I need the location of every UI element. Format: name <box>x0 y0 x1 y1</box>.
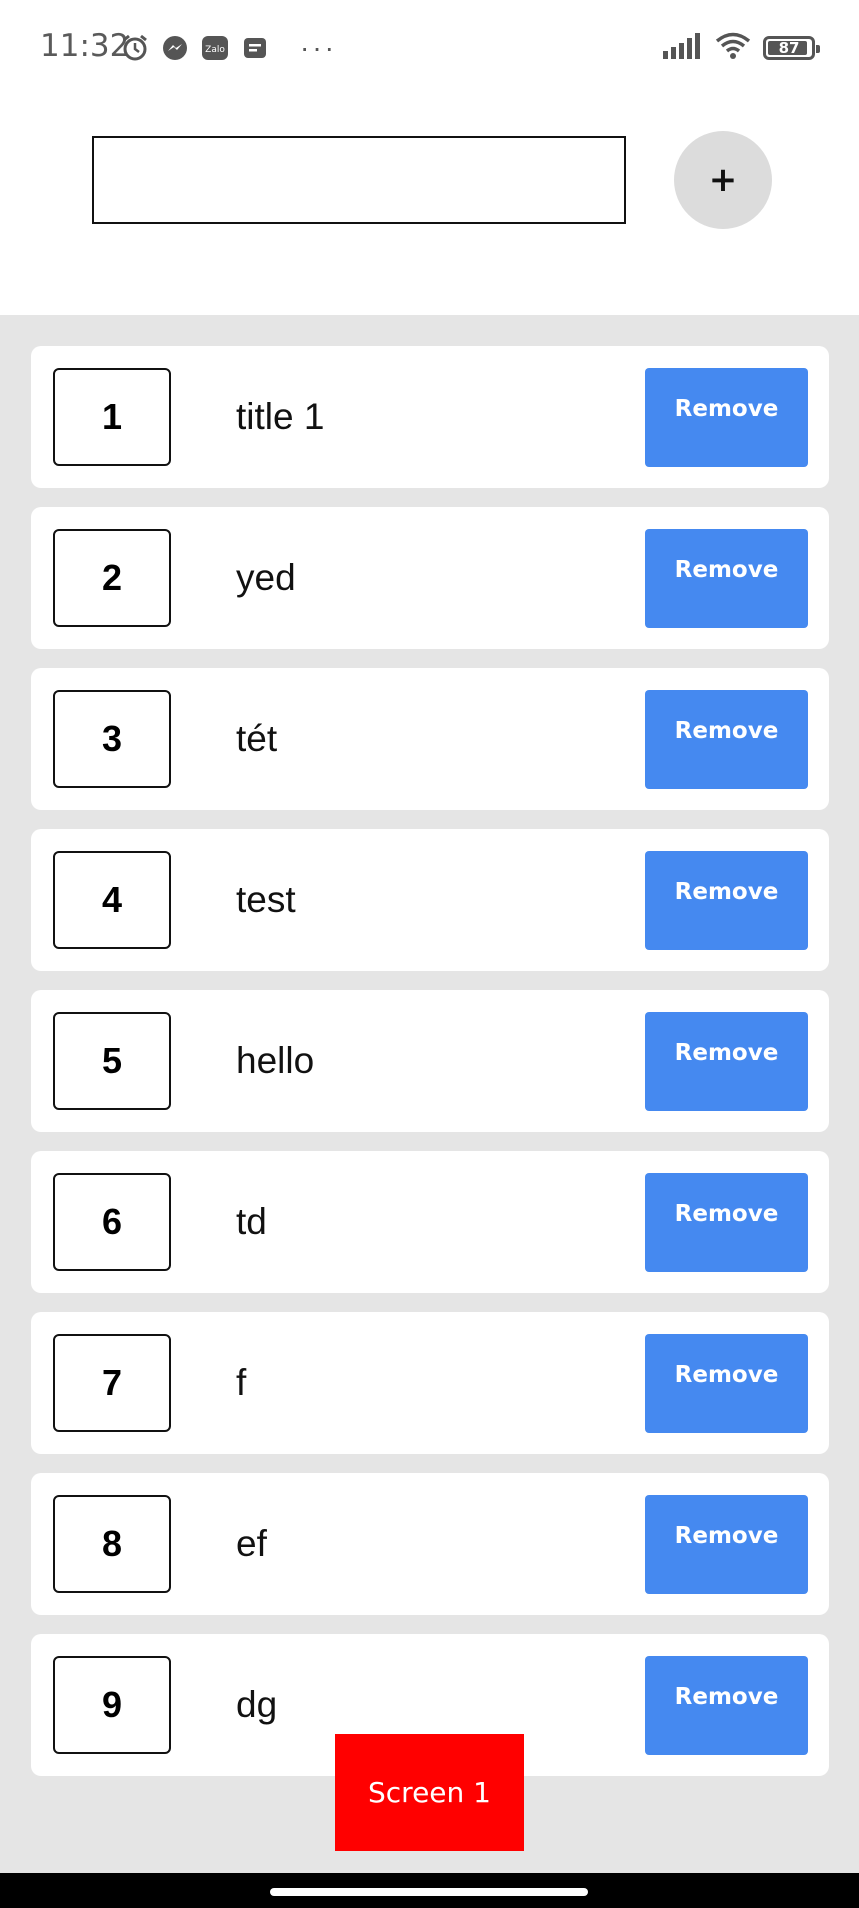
list-item: 3 tét Remove <box>31 668 829 810</box>
remove-button[interactable]: Remove <box>645 1334 808 1433</box>
item-number: 8 <box>53 1495 171 1593</box>
item-title: test <box>236 879 296 920</box>
list-item: 2 yed Remove <box>31 507 829 649</box>
item-number: 3 <box>53 690 171 788</box>
zalo-icon: Zalo <box>200 33 230 63</box>
status-time: 11:32 <box>40 28 130 64</box>
title-input[interactable] <box>92 136 626 224</box>
item-title: tét <box>236 718 278 759</box>
notification-icons: Zalo ··· <box>120 30 337 66</box>
item-title: hello <box>236 1040 315 1081</box>
remove-button[interactable]: Remove <box>645 529 808 628</box>
remove-button[interactable]: Remove <box>645 690 808 789</box>
item-title: ef <box>236 1523 267 1564</box>
home-indicator[interactable] <box>270 1888 588 1896</box>
remove-button[interactable]: Remove <box>645 1012 808 1111</box>
list-item: 7 f Remove <box>31 1312 829 1454</box>
item-number: 6 <box>53 1173 171 1271</box>
status-bar: 11:32 Zalo ··· 87 <box>0 0 859 96</box>
item-title: title 1 <box>236 396 325 437</box>
list-item: 6 td Remove <box>31 1151 829 1293</box>
item-number: 4 <box>53 851 171 949</box>
list-item: 4 test Remove <box>31 829 829 971</box>
remove-button[interactable]: Remove <box>645 851 808 950</box>
wifi-icon <box>715 32 751 65</box>
list-item: 1 title 1 Remove <box>31 346 829 488</box>
item-list: 1 title 1 Remove 2 yed Remove 3 tét Remo… <box>0 315 859 1873</box>
item-title: dg <box>236 1684 278 1725</box>
add-item-form: + <box>0 96 859 315</box>
item-title: f <box>236 1362 247 1403</box>
remove-button[interactable]: Remove <box>645 1656 808 1755</box>
remove-button[interactable]: Remove <box>645 1173 808 1272</box>
list-item: 8 ef Remove <box>31 1473 829 1615</box>
navigation-bar <box>0 1873 859 1908</box>
item-number: 2 <box>53 529 171 627</box>
item-title: yed <box>236 557 296 598</box>
messenger-icon <box>160 33 190 63</box>
list-item: 5 hello Remove <box>31 990 829 1132</box>
item-number: 5 <box>53 1012 171 1110</box>
alarm-icon <box>120 33 150 63</box>
add-button[interactable]: + <box>674 131 772 229</box>
battery-level: 87 <box>778 39 800 57</box>
item-number: 1 <box>53 368 171 466</box>
item-title: td <box>236 1201 267 1242</box>
message-icon <box>240 33 270 63</box>
signal-icon <box>663 32 703 64</box>
zalo-icon-text: Zalo <box>205 45 225 55</box>
system-icons: 87 <box>663 30 820 66</box>
item-number: 7 <box>53 1334 171 1432</box>
remove-button[interactable]: Remove <box>645 368 808 467</box>
more-notifications-icon: ··· <box>300 32 337 63</box>
item-number: 9 <box>53 1656 171 1754</box>
remove-button[interactable]: Remove <box>645 1495 808 1594</box>
screen-1-tab[interactable]: Screen 1 <box>335 1734 524 1851</box>
battery-icon: 87 <box>763 36 820 60</box>
